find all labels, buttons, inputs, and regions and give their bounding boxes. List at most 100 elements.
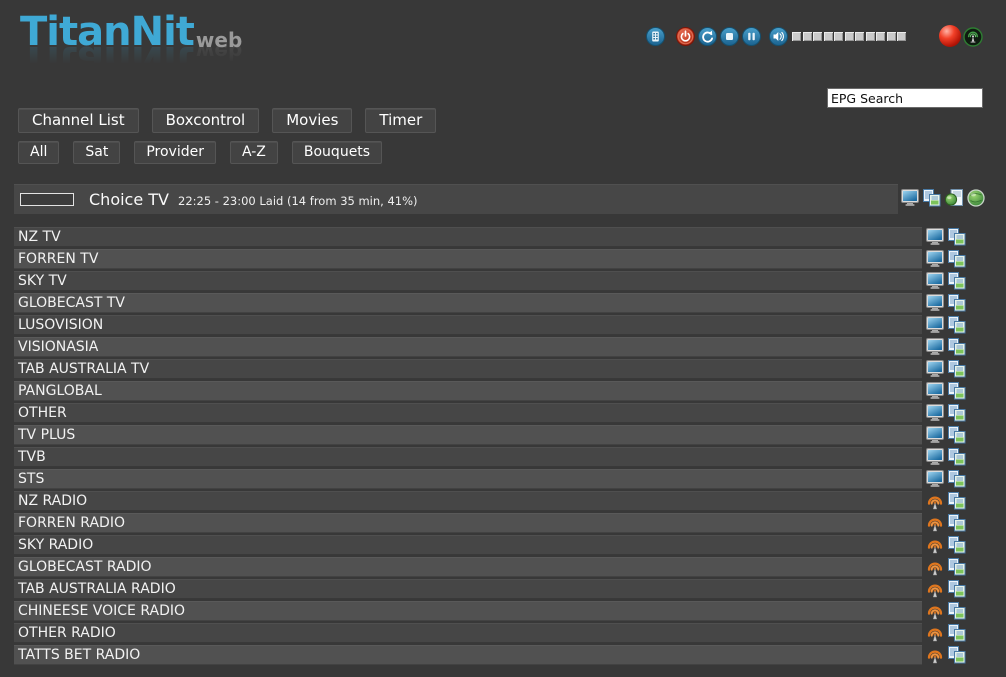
- channel-row[interactable]: TV PLUS: [14, 425, 966, 445]
- channel-row-bar[interactable]: TVB: [14, 447, 922, 467]
- channel-row[interactable]: NZ TV: [14, 227, 966, 247]
- channel-row-bar[interactable]: LUSOVISION: [14, 315, 922, 335]
- channel-row[interactable]: CHINEESE VOICE RADIO: [14, 601, 966, 621]
- tv-icon[interactable]: [926, 470, 944, 488]
- channel-row-bar[interactable]: SKY RADIO: [14, 535, 922, 555]
- filter-bouquets[interactable]: Bouquets: [292, 141, 382, 164]
- channel-row-bar[interactable]: OTHER RADIO: [14, 623, 922, 643]
- epg-copy-icon[interactable]: [948, 228, 966, 246]
- radio-icon[interactable]: [926, 492, 944, 510]
- channel-row-bar[interactable]: GLOBECAST RADIO: [14, 557, 922, 577]
- epg-copy-icon[interactable]: [948, 448, 966, 466]
- radio-icon[interactable]: [926, 646, 944, 664]
- channel-row-bar[interactable]: TV PLUS: [14, 425, 922, 445]
- epg-copy-icon[interactable]: [948, 580, 966, 598]
- channel-row[interactable]: TAB AUSTRALIA RADIO: [14, 579, 966, 599]
- epg-copy-icon[interactable]: [948, 492, 966, 510]
- epg-copy-icon[interactable]: [948, 624, 966, 642]
- channel-row-bar[interactable]: OTHER: [14, 403, 922, 423]
- tab-boxcontrol[interactable]: Boxcontrol: [152, 108, 260, 133]
- epg-copy-icon[interactable]: [948, 558, 966, 576]
- channel-row[interactable]: PANGLOBAL: [14, 381, 966, 401]
- tv-icon[interactable]: [926, 426, 944, 444]
- volume-segment[interactable]: [824, 32, 833, 41]
- epg-copy-icon[interactable]: [948, 426, 966, 444]
- channel-row[interactable]: TATTS BET RADIO: [14, 645, 966, 665]
- tv-icon[interactable]: [926, 404, 944, 422]
- tv-icon[interactable]: [926, 316, 944, 334]
- channel-row[interactable]: SKY TV: [14, 271, 966, 291]
- channel-row[interactable]: SKY RADIO: [14, 535, 966, 555]
- channel-row-bar[interactable]: PANGLOBAL: [14, 381, 922, 401]
- filter-all[interactable]: All: [18, 141, 59, 164]
- channel-row[interactable]: FORREN RADIO: [14, 513, 966, 533]
- epg-copy-icon[interactable]: [948, 470, 966, 488]
- tab-channel-list[interactable]: Channel List: [18, 108, 139, 133]
- tv-icon[interactable]: [926, 382, 944, 400]
- volume-segment[interactable]: [887, 32, 896, 41]
- pause-icon[interactable]: [742, 27, 761, 46]
- epg-copy-icon[interactable]: [948, 382, 966, 400]
- epg-copy-icon[interactable]: [948, 602, 966, 620]
- channel-row-bar[interactable]: GLOBECAST TV: [14, 293, 922, 313]
- tv-icon[interactable]: [926, 448, 944, 466]
- filter-a-z[interactable]: A-Z: [230, 141, 278, 164]
- channel-row-bar[interactable]: NZ TV: [14, 227, 922, 247]
- volume-segment[interactable]: [803, 32, 812, 41]
- restart-icon[interactable]: [698, 27, 717, 46]
- volume-segment[interactable]: [897, 32, 906, 41]
- channel-row-bar[interactable]: VISIONASIA: [14, 337, 922, 357]
- volume-segment[interactable]: [834, 32, 843, 41]
- remote-icon[interactable]: [646, 27, 665, 46]
- channel-row-bar[interactable]: FORREN RADIO: [14, 513, 922, 533]
- tab-timer[interactable]: Timer: [365, 108, 436, 133]
- channel-row[interactable]: NZ RADIO: [14, 491, 966, 511]
- epg-copy-icon[interactable]: [948, 646, 966, 664]
- tv-icon[interactable]: [926, 338, 944, 356]
- channel-row[interactable]: VISIONASIA: [14, 337, 966, 357]
- epg-copy-icon[interactable]: [948, 360, 966, 378]
- tv-screen-icon[interactable]: [901, 189, 919, 207]
- radio-icon[interactable]: [926, 602, 944, 620]
- channel-row[interactable]: TVB: [14, 447, 966, 467]
- epg-copy-icon[interactable]: [948, 514, 966, 532]
- volume-segment[interactable]: [792, 32, 801, 41]
- channel-row[interactable]: LUSOVISION: [14, 315, 966, 335]
- channel-row-bar[interactable]: STS: [14, 469, 922, 489]
- channel-row-bar[interactable]: NZ RADIO: [14, 491, 922, 511]
- filter-sat[interactable]: Sat: [73, 141, 120, 164]
- channel-row[interactable]: TAB AUSTRALIA TV: [14, 359, 966, 379]
- tv-icon[interactable]: [926, 250, 944, 268]
- epg-copy-icon[interactable]: [948, 404, 966, 422]
- volume-segment[interactable]: [813, 32, 822, 41]
- tv-icon[interactable]: [926, 360, 944, 378]
- channel-row[interactable]: GLOBECAST RADIO: [14, 557, 966, 577]
- epg-copy-icon[interactable]: [948, 338, 966, 356]
- volume-segment[interactable]: [845, 32, 854, 41]
- radio-icon[interactable]: [926, 624, 944, 642]
- volume-segment[interactable]: [876, 32, 885, 41]
- epg-search-input[interactable]: [827, 88, 983, 108]
- epg-copy-icon[interactable]: [948, 536, 966, 554]
- radio-icon[interactable]: [926, 536, 944, 554]
- epg-copy-icon[interactable]: [948, 294, 966, 312]
- tab-movies[interactable]: Movies: [272, 108, 352, 133]
- volume-segment[interactable]: [855, 32, 864, 41]
- epg-copy-icon[interactable]: [948, 316, 966, 334]
- channel-row[interactable]: FORREN TV: [14, 249, 966, 269]
- channel-row[interactable]: GLOBECAST TV: [14, 293, 966, 313]
- channel-row-bar[interactable]: FORREN TV: [14, 249, 922, 269]
- epg-copy-icon[interactable]: [948, 272, 966, 290]
- tv-icon[interactable]: [926, 294, 944, 312]
- volume-bar[interactable]: [792, 32, 906, 41]
- stream-icon[interactable]: [963, 27, 982, 46]
- channel-row-bar[interactable]: TAB AUSTRALIA RADIO: [14, 579, 922, 599]
- epg-copy-icon[interactable]: [948, 250, 966, 268]
- radio-icon[interactable]: [926, 558, 944, 576]
- channel-row[interactable]: OTHER RADIO: [14, 623, 966, 643]
- volume-segment[interactable]: [866, 32, 875, 41]
- tv-icon[interactable]: [926, 228, 944, 246]
- channel-row-bar[interactable]: TAB AUSTRALIA TV: [14, 359, 922, 379]
- radio-icon[interactable]: [926, 514, 944, 532]
- stream-page-icon[interactable]: [945, 189, 963, 207]
